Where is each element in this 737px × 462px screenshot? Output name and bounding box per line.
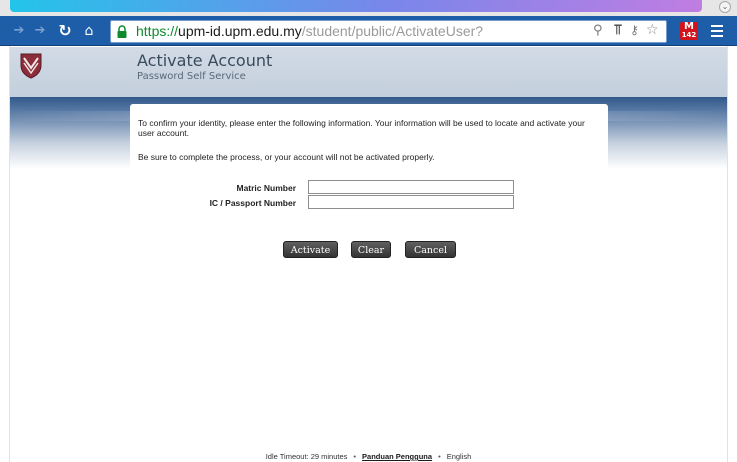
mail-extension-icon[interactable]: M 142	[680, 22, 698, 40]
url-path: /student/public/ActivateUser?	[301, 23, 484, 39]
ic-passport-label: IC / Passport Number	[209, 198, 296, 208]
lock-icon	[117, 25, 127, 38]
url-scheme: https://	[136, 23, 179, 39]
home-icon[interactable]: ⌂	[80, 22, 98, 40]
reload-icon[interactable]: ↻	[56, 22, 74, 40]
user-guide-link[interactable]: Panduan Pengguna	[362, 452, 432, 461]
footer-separator: •	[353, 452, 357, 461]
frame-left	[0, 46, 10, 462]
activation-form-panel: To confirm your identity, please enter t…	[130, 104, 608, 284]
tab-overflow-icon[interactable]: ⌄	[719, 1, 731, 13]
cancel-button[interactable]: Cancel	[405, 241, 456, 258]
university-logo-icon	[20, 53, 42, 79]
back-arrow-icon[interactable]: ➔	[12, 22, 26, 40]
warning-text: Be sure to complete the process, or your…	[138, 152, 435, 162]
matric-number-input[interactable]	[308, 180, 514, 194]
activate-button[interactable]: Activate	[283, 241, 338, 258]
key-icon[interactable]: ⚷	[630, 23, 639, 37]
pin-icon[interactable]: ⫪	[614, 22, 622, 38]
address-bar[interactable]: https://upm-id.upm.edu.my/student/public…	[110, 20, 667, 43]
page-header: Activate Account Password Self Service	[0, 47, 737, 97]
intro-text: To confirm your identity, please enter t…	[138, 118, 585, 138]
ic-passport-input[interactable]	[308, 195, 514, 209]
zoom-icon[interactable]: ⚲	[593, 23, 603, 38]
browser-tab-strip: ⌄	[0, 0, 737, 16]
page-subtitle: Password Self Service	[137, 71, 246, 82]
clear-button[interactable]: Clear	[351, 241, 391, 258]
frame-right	[727, 46, 737, 462]
active-tab-bar	[10, 0, 702, 12]
forward-arrow-icon[interactable]: ➔	[33, 22, 47, 40]
extension-count: 142	[681, 31, 697, 39]
footer: Idle Timeout: 29 minutes • Panduan Penggun…	[0, 452, 737, 461]
page-title: Activate Account	[137, 51, 273, 70]
idle-timeout-text: Idle Timeout: 29 minutes	[265, 452, 348, 461]
footer-separator: •	[438, 452, 441, 461]
url-host: upm-id.upm.edu.my	[178, 23, 302, 39]
matric-number-label: Matric Number	[236, 183, 296, 193]
browser-menu-icon[interactable]	[711, 25, 723, 37]
browser-toolbar: ➔ ➔ ↻ ⌂ https://upm-id.upm.edu.my/studen…	[0, 16, 737, 46]
language-link[interactable]: English	[447, 452, 472, 461]
bookmark-star-icon[interactable]: ☆	[646, 22, 659, 38]
url-text: https://upm-id.upm.edu.my/student/public…	[136, 21, 483, 42]
